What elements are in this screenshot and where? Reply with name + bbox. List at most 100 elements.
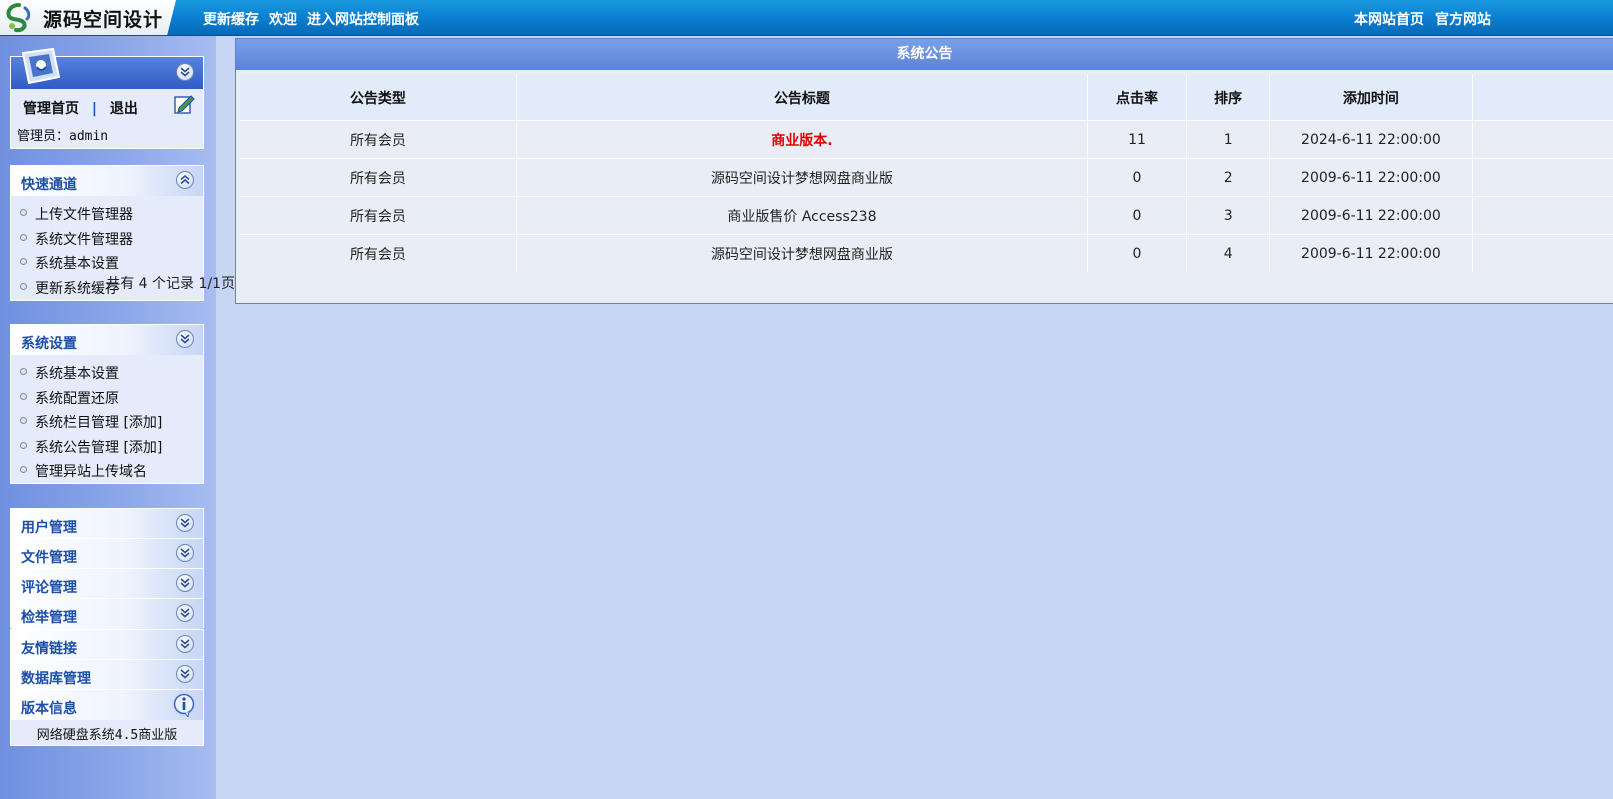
cell-time: 2024-6-11 22:00:00: [1269, 120, 1473, 159]
cell-order: 2: [1186, 158, 1271, 197]
system-settings-title: 系统设置: [21, 336, 77, 352]
sidebar-item-upload-domain[interactable]: 管理异站上传域名: [11, 461, 203, 486]
control-panel-link[interactable]: 进入网站控制面板: [307, 9, 419, 29]
top-bar: 源码空间设计 更新缓存 欢迎 进入网站控制面板 本网站首页 官方网站: [0, 0, 1613, 36]
welcome-link[interactable]: 欢迎: [269, 9, 297, 29]
cell-type: 所有会员: [240, 120, 517, 159]
database-management-title: 数据库管理: [21, 671, 91, 687]
bullet-icon: [20, 417, 27, 424]
report-management-title: 检举管理: [21, 610, 77, 626]
logout-link[interactable]: 退出: [110, 101, 138, 117]
sidebar-item-config-restore[interactable]: 系统配置还原: [11, 388, 203, 413]
friend-links-panel[interactable]: 友情链接: [10, 629, 204, 660]
bullet-icon: [20, 466, 27, 473]
bullet-icon: [20, 209, 27, 216]
expand-icon[interactable]: [176, 514, 194, 532]
bullet-icon: [20, 441, 27, 449]
column-header-time[interactable]: 添加时间: [1269, 75, 1473, 121]
info-icon: [173, 693, 195, 717]
cell-type: 所有会员: [240, 158, 517, 197]
refresh-cache-link[interactable]: 更新缓存: [203, 9, 259, 29]
notice-table: 公告类型 公告标题 点击率 排序 添加时间 所有会员 商业版本. 11 1 20…: [240, 75, 1613, 272]
bullet-icon: [20, 392, 27, 400]
version-info-panel: 版本信息 网络硬盘系统4.5商业版: [10, 689, 204, 746]
collapse-up-icon[interactable]: [176, 171, 194, 189]
cell-actions: [1472, 120, 1613, 159]
admin-collapse-icon[interactable]: [176, 63, 194, 81]
cell-order: 3: [1186, 196, 1271, 235]
table-header-row: 公告类型 公告标题 点击率 排序 添加时间: [240, 75, 1613, 121]
version-info-title: 版本信息: [21, 701, 77, 717]
site-home-link[interactable]: 本网站首页: [1354, 9, 1424, 29]
expand-icon[interactable]: [176, 604, 194, 622]
report-management-panel[interactable]: 检举管理: [10, 598, 204, 629]
expand-icon[interactable]: [176, 544, 194, 562]
column-header-order[interactable]: 排序: [1186, 75, 1271, 121]
expand-icon[interactable]: [176, 574, 194, 592]
table-row[interactable]: 所有会员 源码空间设计梦想网盘商业版 0 2 2009-6-11 22:00:0…: [240, 158, 1613, 197]
column-header-actions: [1472, 75, 1613, 121]
cell-type: 所有会员: [240, 234, 517, 272]
user-management-title: 用户管理: [21, 520, 77, 536]
cell-order: 4: [1186, 234, 1271, 272]
cell-title[interactable]: 源码空间设计梦想网盘商业版: [516, 234, 1088, 272]
cell-time: 2009-6-11 22:00:00: [1269, 196, 1473, 235]
logo-icon: [6, 3, 31, 33]
expand-icon[interactable]: [176, 665, 194, 683]
quick-access-header[interactable]: 快速通道: [11, 166, 203, 196]
cell-clicks: 0: [1087, 234, 1188, 272]
cell-actions: [1472, 196, 1613, 235]
pagination-info: 共有 4 个记录 1/1页: [64, 273, 1613, 293]
cell-time: 2009-6-11 22:00:00: [1269, 234, 1473, 272]
pagination-text: 共有 4 个记录 1/1页: [106, 276, 235, 292]
cell-actions: [1472, 158, 1613, 197]
sidebar: 管理首页 | 退出 管理员：admin 快速通道 上传文件管理器 系统文件管理器…: [0, 36, 216, 799]
comment-management-panel[interactable]: 评论管理: [10, 568, 204, 599]
cell-time: 2009-6-11 22:00:00: [1269, 158, 1473, 197]
system-settings-header[interactable]: 系统设置: [11, 325, 203, 355]
table-row[interactable]: 所有会员 商业版本. 11 1 2024-6-11 22:00:00: [240, 120, 1613, 159]
file-management-panel[interactable]: 文件管理: [10, 538, 204, 569]
bullet-icon: [20, 368, 27, 375]
bullet-icon: [20, 258, 27, 265]
version-info-header: 版本信息: [11, 690, 203, 720]
quick-access-title: 快速通道: [21, 177, 77, 193]
collapse-down-icon[interactable]: [176, 330, 194, 348]
admin-banner: [11, 47, 203, 89]
cell-clicks: 11: [1087, 120, 1188, 159]
cell-clicks: 0: [1087, 158, 1188, 197]
official-site-link[interactable]: 官方网站: [1435, 9, 1491, 29]
sidebar-item-system-file-manager[interactable]: 系统文件管理器: [11, 229, 203, 254]
database-management-panel[interactable]: 数据库管理: [10, 659, 204, 690]
column-header-clicks[interactable]: 点击率: [1087, 75, 1188, 121]
user-management-panel[interactable]: 用户管理: [10, 508, 204, 539]
column-header-title[interactable]: 公告标题: [516, 75, 1088, 121]
cell-title[interactable]: 商业版售价 Access238: [516, 196, 1088, 235]
admin-links: 管理首页 | 退出: [23, 98, 138, 118]
admin-link-separator: |: [91, 101, 97, 117]
version-text: 网络硬盘系统4.5商业版: [36, 728, 178, 743]
admin-home-link[interactable]: 管理首页: [23, 101, 79, 117]
table-row[interactable]: 所有会员 源码空间设计梦想网盘商业版 0 4 2009-6-11 22:00:0…: [240, 234, 1613, 272]
expand-icon[interactable]: [176, 635, 194, 653]
admin-username: 管理员：admin: [17, 129, 109, 144]
sidebar-item-column-management[interactable]: 系统栏目管理 [添加]: [11, 412, 203, 437]
cell-type: 所有会员: [240, 196, 517, 235]
cell-clicks: 0: [1087, 196, 1188, 235]
bullet-icon: [20, 233, 27, 241]
sidebar-item-notice-management[interactable]: 系统公告管理 [添加]: [11, 437, 203, 462]
cell-order: 1: [1186, 120, 1271, 159]
sidebar-item-basic-settings-2[interactable]: 系统基本设置: [11, 363, 203, 388]
page-title: 系统公告: [236, 39, 1613, 70]
edit-icon[interactable]: [173, 93, 195, 115]
notice-panel: 系统公告 公告类型 公告标题 点击率 排序 添加时间 所有会员 商业版本. 11…: [106, 38, 1613, 304]
column-header-type[interactable]: 公告类型: [240, 75, 517, 121]
logo: 源码空间设计: [0, 0, 176, 35]
table-row[interactable]: 所有会员 商业版售价 Access238 0 3 2009-6-11 22:00…: [240, 196, 1613, 235]
bullet-icon: [20, 282, 27, 290]
system-settings-panel: 系统设置 系统基本设置 系统配置还原 系统栏目管理 [添加] 系统公告管理 [添…: [10, 324, 204, 484]
sidebar-item-upload-file-manager[interactable]: 上传文件管理器: [11, 204, 203, 229]
cell-title[interactable]: 源码空间设计梦想网盘商业版: [516, 158, 1088, 197]
cell-title[interactable]: 商业版本.: [516, 120, 1088, 159]
file-management-title: 文件管理: [21, 550, 77, 566]
